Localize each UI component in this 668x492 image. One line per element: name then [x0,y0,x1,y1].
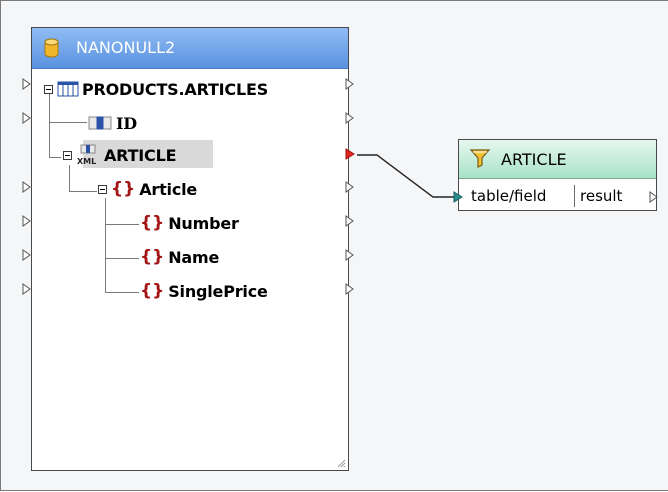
target-component-title: ARTICLE [501,150,567,169]
tree-line [69,165,70,191]
tree-item-label: PRODUCTS.ARTICLES [82,79,269,99]
source-component-nanonull2[interactable]: NANONULL2 PRODUCTS.ARTICLES ID XML ARTIC… [31,27,349,471]
output-port-article-xml-column[interactable] [345,148,355,160]
tree-line [69,191,97,192]
output-param-result[interactable]: result [575,185,622,207]
tree-line [105,292,139,293]
tree-item-label: ID [116,113,137,133]
tree-item-article-xml-column[interactable]: XML ARTICLE [63,142,177,168]
output-port-article-element[interactable] [345,181,355,193]
xml-element-icon: {} [140,213,165,233]
target-output-port[interactable] [649,191,659,203]
tree-item-label: Article [139,179,198,199]
collapse-toggle[interactable] [44,84,53,94]
tree-item-label: Name [168,247,220,267]
xml-element-icon: {} [140,281,165,301]
tree-line [49,157,61,158]
output-port-id[interactable] [345,112,355,124]
tree-item-number[interactable]: {} Number [140,210,239,236]
output-port-name[interactable] [345,249,355,261]
xml-column-icon: XML [77,144,96,166]
collapse-toggle[interactable] [98,184,107,194]
input-port-products-articles[interactable] [22,78,32,90]
database-icon [44,38,59,58]
filter-icon [469,149,491,168]
tree-item-id[interactable]: ID [88,110,137,136]
source-component-title: NANONULL2 [76,38,176,57]
input-port-id[interactable] [22,112,32,124]
target-params-row: table/field result [459,185,656,207]
tree-item-name[interactable]: {} Name [140,244,219,270]
tree-item-singleprice[interactable]: {} SinglePrice [140,278,268,304]
collapse-toggle[interactable] [63,150,72,160]
input-port-article-element[interactable] [22,181,32,193]
svg-text:XML: XML [77,157,96,166]
source-title-bar[interactable]: NANONULL2 [32,28,348,69]
output-port-number[interactable] [345,215,355,227]
tree-item-products-articles[interactable]: PRODUCTS.ARTICLES [44,76,268,102]
target-input-port[interactable] [453,191,463,203]
input-port-name[interactable] [22,249,32,261]
target-title-bar[interactable]: ARTICLE [459,140,656,179]
input-port-singleprice[interactable] [22,283,32,295]
tree-item-article-element[interactable]: {} Article [98,176,197,202]
column-icon [88,116,112,130]
output-port-products-articles[interactable] [345,78,355,90]
input-param-table-field[interactable]: table/field [459,185,575,207]
tree-item-label: Number [168,213,239,233]
mapping-canvas[interactable]: NANONULL2 PRODUCTS.ARTICLES ID XML ARTIC… [0,0,668,491]
input-port-number[interactable] [22,215,32,227]
output-port-singleprice[interactable] [345,283,355,295]
tree-line [49,122,87,123]
mapping-connection-line[interactable] [357,154,459,198]
resize-grip-icon[interactable] [336,458,346,468]
xml-element-icon: {} [140,247,165,267]
tree-line [105,258,139,259]
tree-line [105,224,139,225]
tree-item-label: ARTICLE [104,145,177,165]
tree-line [105,198,106,293]
table-icon [57,81,79,97]
xml-element-icon: {} [111,179,136,199]
tree-item-label: SinglePrice [168,281,268,301]
target-component-article-filter[interactable]: ARTICLE table/field result [458,139,657,211]
